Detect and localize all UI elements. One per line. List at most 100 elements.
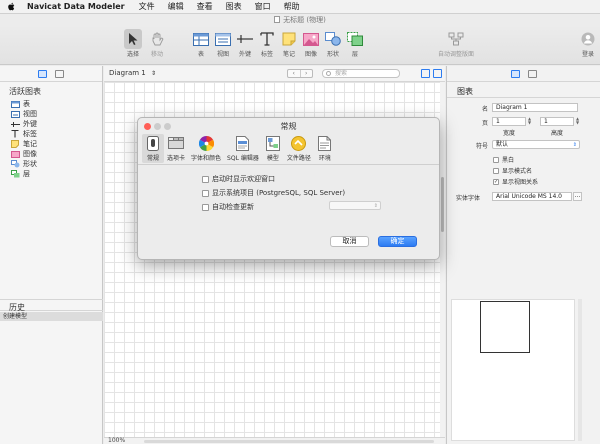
tab-general[interactable]: 常规: [142, 134, 164, 163]
properties-tabs: [447, 66, 600, 82]
layer-tool-button[interactable]: 层: [346, 29, 364, 58]
main-toolbar: 选择 移动 表 视图 外键 标签 笔记 图像 形状 层 自动调整版面 登录: [0, 25, 600, 65]
checkbox-box[interactable]: [493, 156, 499, 163]
sidebar-item-note[interactable]: 笔记: [0, 139, 102, 149]
scroll-thumb[interactable]: [441, 177, 444, 232]
app-name[interactable]: Navicat Data Modeler: [27, 2, 125, 11]
note-icon: [11, 140, 19, 148]
view-tool-button[interactable]: 视图: [214, 29, 232, 58]
menu-file[interactable]: 文件: [139, 1, 155, 12]
canvas-vertical-scrollbar[interactable]: [440, 82, 445, 437]
tab-file-path[interactable]: 文件路径: [284, 134, 314, 163]
objects-tab-icon[interactable]: [38, 69, 47, 78]
width-stepper[interactable]: ▲ ▼: [527, 117, 532, 126]
sidebar-item-label: 外键: [23, 120, 37, 128]
diagram-name: Diagram 1: [109, 69, 146, 77]
tab-fonts-colors[interactable]: 字体和颜色: [188, 134, 224, 163]
checkbox-box[interactable]: [202, 203, 209, 211]
checkbox-checked[interactable]: ✓: [493, 178, 499, 185]
tab-tabs[interactable]: 选项卡: [164, 134, 188, 163]
sidebar-item-image[interactable]: 图像: [0, 149, 102, 159]
style-tab-icon[interactable]: [527, 69, 537, 78]
sidebar-item-table[interactable]: 表: [0, 99, 102, 109]
show-view-relation-checkbox[interactable]: ✓ 显示视图关系: [493, 177, 538, 186]
canvas-horizontal-scrollbar[interactable]: [144, 440, 434, 443]
menu-edit[interactable]: 编辑: [168, 1, 184, 12]
sidebar-item-shape[interactable]: 形状: [0, 159, 102, 169]
zoom-level[interactable]: 100%: [108, 437, 125, 444]
hand-icon: [152, 32, 164, 46]
tab-sql-editor[interactable]: SQL 编辑器: [224, 134, 262, 163]
cursor-icon: [129, 33, 138, 45]
checkbox-box[interactable]: [202, 175, 209, 183]
show-system-items-checkbox[interactable]: 显示系统项目 (PostgreSQL, SQL Server): [202, 188, 345, 198]
table-icon: [10, 100, 20, 108]
page-height-field[interactable]: 1: [540, 117, 574, 126]
shape-tool-label: 形状: [326, 51, 339, 58]
overview-scrollbar[interactable]: [578, 299, 582, 441]
sidebar-item-foreign-key[interactable]: 外键: [0, 119, 102, 129]
updown-chevron-icon: ⇕: [150, 70, 156, 77]
sidebar-item-view[interactable]: 视图: [0, 109, 102, 119]
show-schema-name-checkbox[interactable]: 显示模式名: [493, 166, 532, 175]
foreign-key-tool-button[interactable]: 外键: [236, 29, 254, 58]
cancel-button[interactable]: 取消: [330, 236, 369, 247]
checkbox-box[interactable]: [493, 167, 499, 174]
sidebar-item-label: 形状: [23, 160, 37, 168]
height-stepper[interactable]: ▲ ▼: [575, 117, 580, 126]
history-item[interactable]: 创建模型: [0, 312, 103, 321]
height-label: 高度: [551, 130, 564, 137]
menu-diagram[interactable]: 图表: [226, 1, 242, 12]
toggle-right-panel-icon[interactable]: [433, 69, 442, 78]
tab-label: 选项卡: [167, 155, 186, 162]
select-tool-button[interactable]: 选择: [124, 29, 142, 58]
layers-tab-icon[interactable]: [55, 69, 64, 78]
auto-update-checkbox[interactable]: 自动检查更新: [202, 202, 254, 212]
apple-icon[interactable]: [7, 2, 15, 11]
tab-label: SQL 编辑器: [227, 155, 259, 162]
user-avatar-icon: [581, 32, 595, 46]
auto-layout-icon: [448, 32, 464, 46]
image-tool-button[interactable]: 图像: [302, 29, 320, 58]
auto-layout-button[interactable]: 自动调整版面: [438, 29, 474, 58]
search-placeholder: 搜索: [335, 70, 348, 77]
black-white-checkbox[interactable]: 黑白: [493, 155, 514, 164]
menu-bar: Navicat Data Modeler 文件 编辑 查看 图表 窗口 帮助: [0, 0, 600, 14]
note-tool-button[interactable]: 笔记: [280, 29, 298, 58]
checkbox-label: 显示系统项目 (PostgreSQL, SQL Server): [212, 189, 346, 197]
shape-tool-button[interactable]: 形状: [324, 29, 342, 58]
checkbox-box[interactable]: [202, 189, 209, 197]
login-button[interactable]: 登录: [579, 29, 597, 58]
sidebar-item-layer[interactable]: 层: [0, 169, 102, 179]
diagram-name-field[interactable]: Diagram 1: [492, 103, 578, 112]
history-heading: 历史: [0, 299, 103, 312]
menu-window[interactable]: 窗口: [255, 1, 271, 12]
entity-font-field[interactable]: Arial Unicode MS 14.0: [492, 192, 572, 201]
font-picker-button[interactable]: ...: [573, 192, 582, 201]
move-tool-button[interactable]: 移动: [148, 29, 166, 58]
properties-tab-icon[interactable]: [510, 69, 520, 78]
table-tool-button[interactable]: 表: [192, 29, 210, 58]
sidebar-item-label-tool[interactable]: 标签: [0, 129, 102, 139]
forward-arrow-icon[interactable]: ›: [299, 70, 313, 77]
menu-view[interactable]: 查看: [197, 1, 213, 12]
tab-model[interactable]: 模型: [262, 134, 284, 163]
back-arrow-icon[interactable]: ‹: [288, 70, 300, 77]
show-welcome-checkbox[interactable]: 启动时显示欢迎窗口: [202, 174, 275, 184]
diagram-overview[interactable]: [451, 299, 575, 441]
view-icon: [215, 32, 231, 46]
menu-help[interactable]: 帮助: [284, 1, 300, 12]
label-tool-button[interactable]: 标签: [258, 29, 276, 58]
page-width-field[interactable]: 1: [492, 117, 526, 126]
search-icon: [326, 71, 331, 76]
notation-select[interactable]: 默认 ⇕: [492, 140, 580, 149]
diagram-selector[interactable]: Diagram 1 ⇕: [109, 69, 156, 77]
ok-button[interactable]: 确定: [378, 236, 417, 247]
panel-toggle-buttons: [421, 69, 442, 78]
preferences-dialog: 常规 常规 选项卡 字体和颜色 SQL 编辑器 模型 文件路径 环境 启动时显示…: [137, 117, 440, 260]
sql-file-icon: [236, 135, 250, 151]
toggle-left-panel-icon[interactable]: [421, 69, 430, 78]
tab-environment[interactable]: 环境: [314, 134, 336, 163]
canvas-search-input[interactable]: 搜索: [322, 69, 400, 78]
left-sidebar: 活跃图表 表 视图 外键 标签 笔记 图像 形状 层 历史 创建模型: [0, 66, 103, 444]
